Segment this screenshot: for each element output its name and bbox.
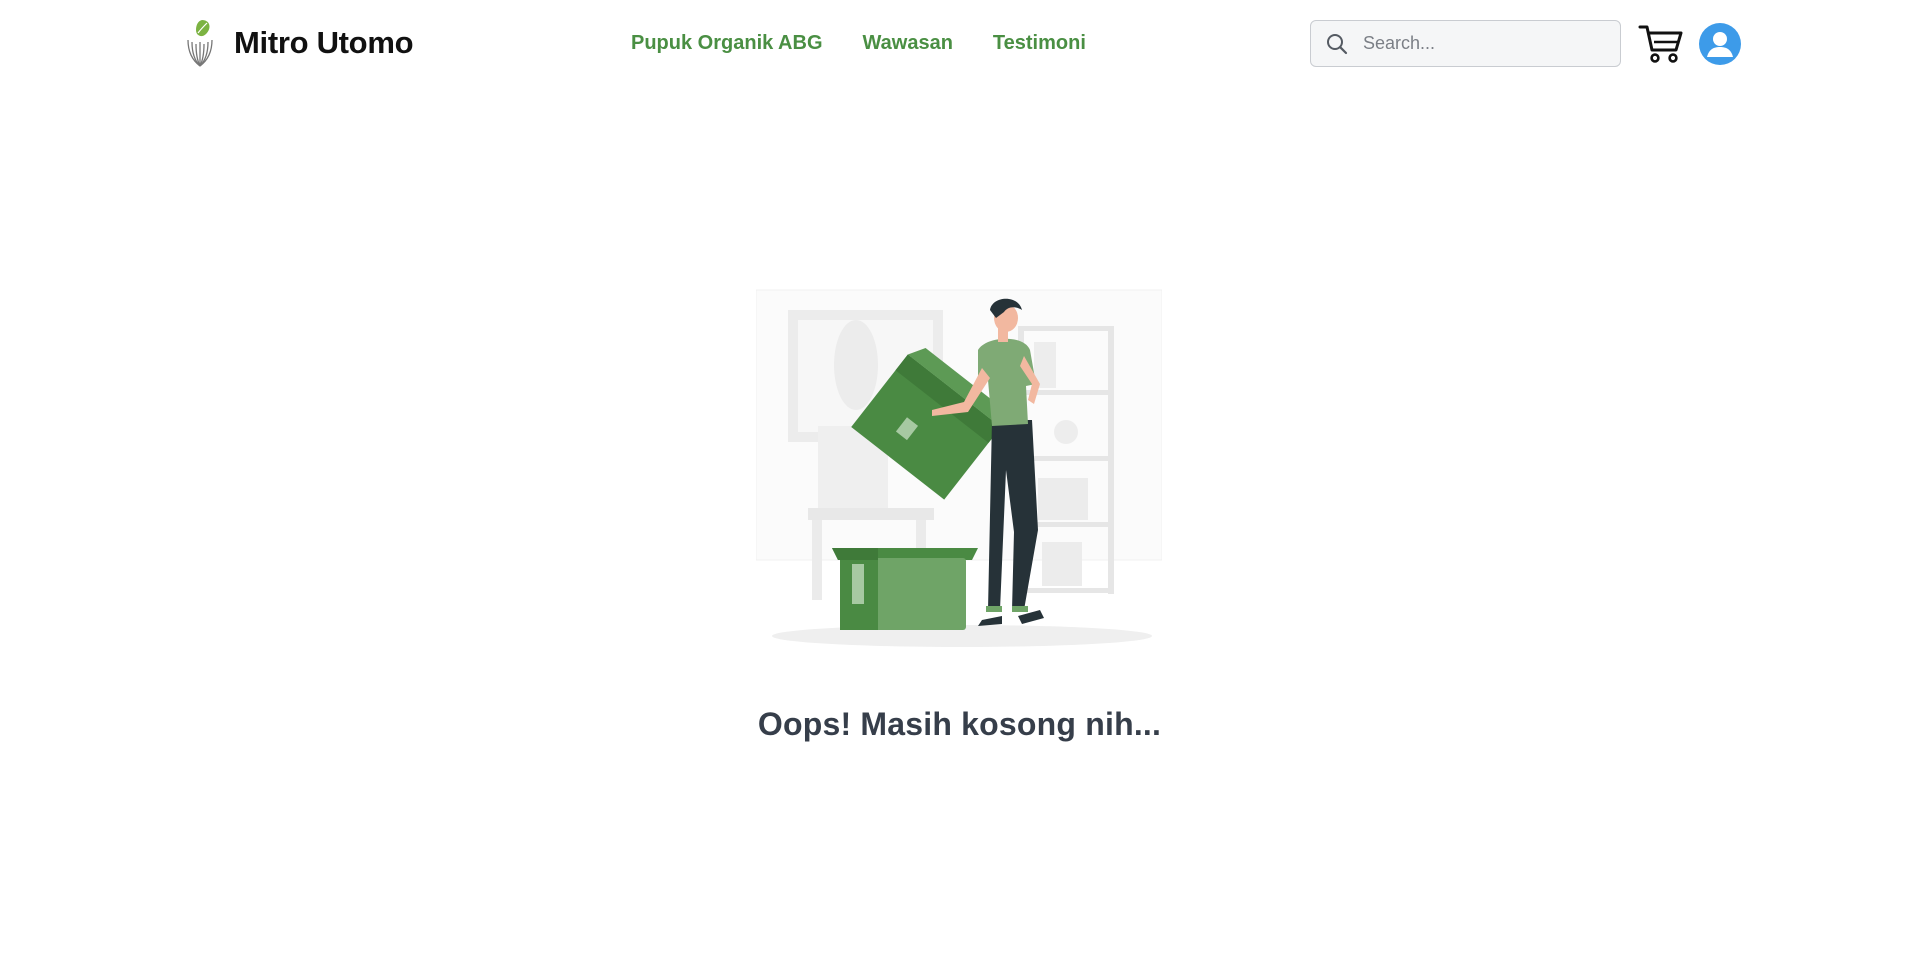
search-input[interactable] bbox=[1361, 23, 1611, 64]
brand-home-link[interactable]: Mitro Utomo bbox=[180, 16, 414, 70]
cart-icon bbox=[1638, 25, 1683, 63]
leaf-wheat-logo-icon bbox=[187, 20, 213, 67]
nav-item-wawasan[interactable]: Wawasan bbox=[863, 27, 953, 59]
man-unpacking-box-illustration bbox=[756, 289, 1162, 647]
nav-item-pupuk-organik-abg[interactable]: Pupuk Organik ABG bbox=[631, 27, 823, 59]
empty-state-message: Oops! Masih kosong nih... bbox=[757, 706, 1162, 742]
search-icon bbox=[1327, 33, 1348, 54]
nav-item-testimoni[interactable]: Testimoni bbox=[993, 27, 1086, 59]
main-nav: Pupuk Organik ABG Wawasan Testimoni bbox=[631, 27, 1086, 59]
search-box bbox=[1310, 20, 1621, 67]
site-header: Mitro Utomo Pupuk Organik ABG Wawasan Te… bbox=[0, 0, 1919, 86]
brand-name: Mitro Utomo bbox=[234, 25, 414, 60]
user-avatar-button[interactable] bbox=[1699, 23, 1741, 65]
user-avatar-icon bbox=[1707, 32, 1733, 57]
cart-button[interactable] bbox=[1638, 22, 1684, 64]
